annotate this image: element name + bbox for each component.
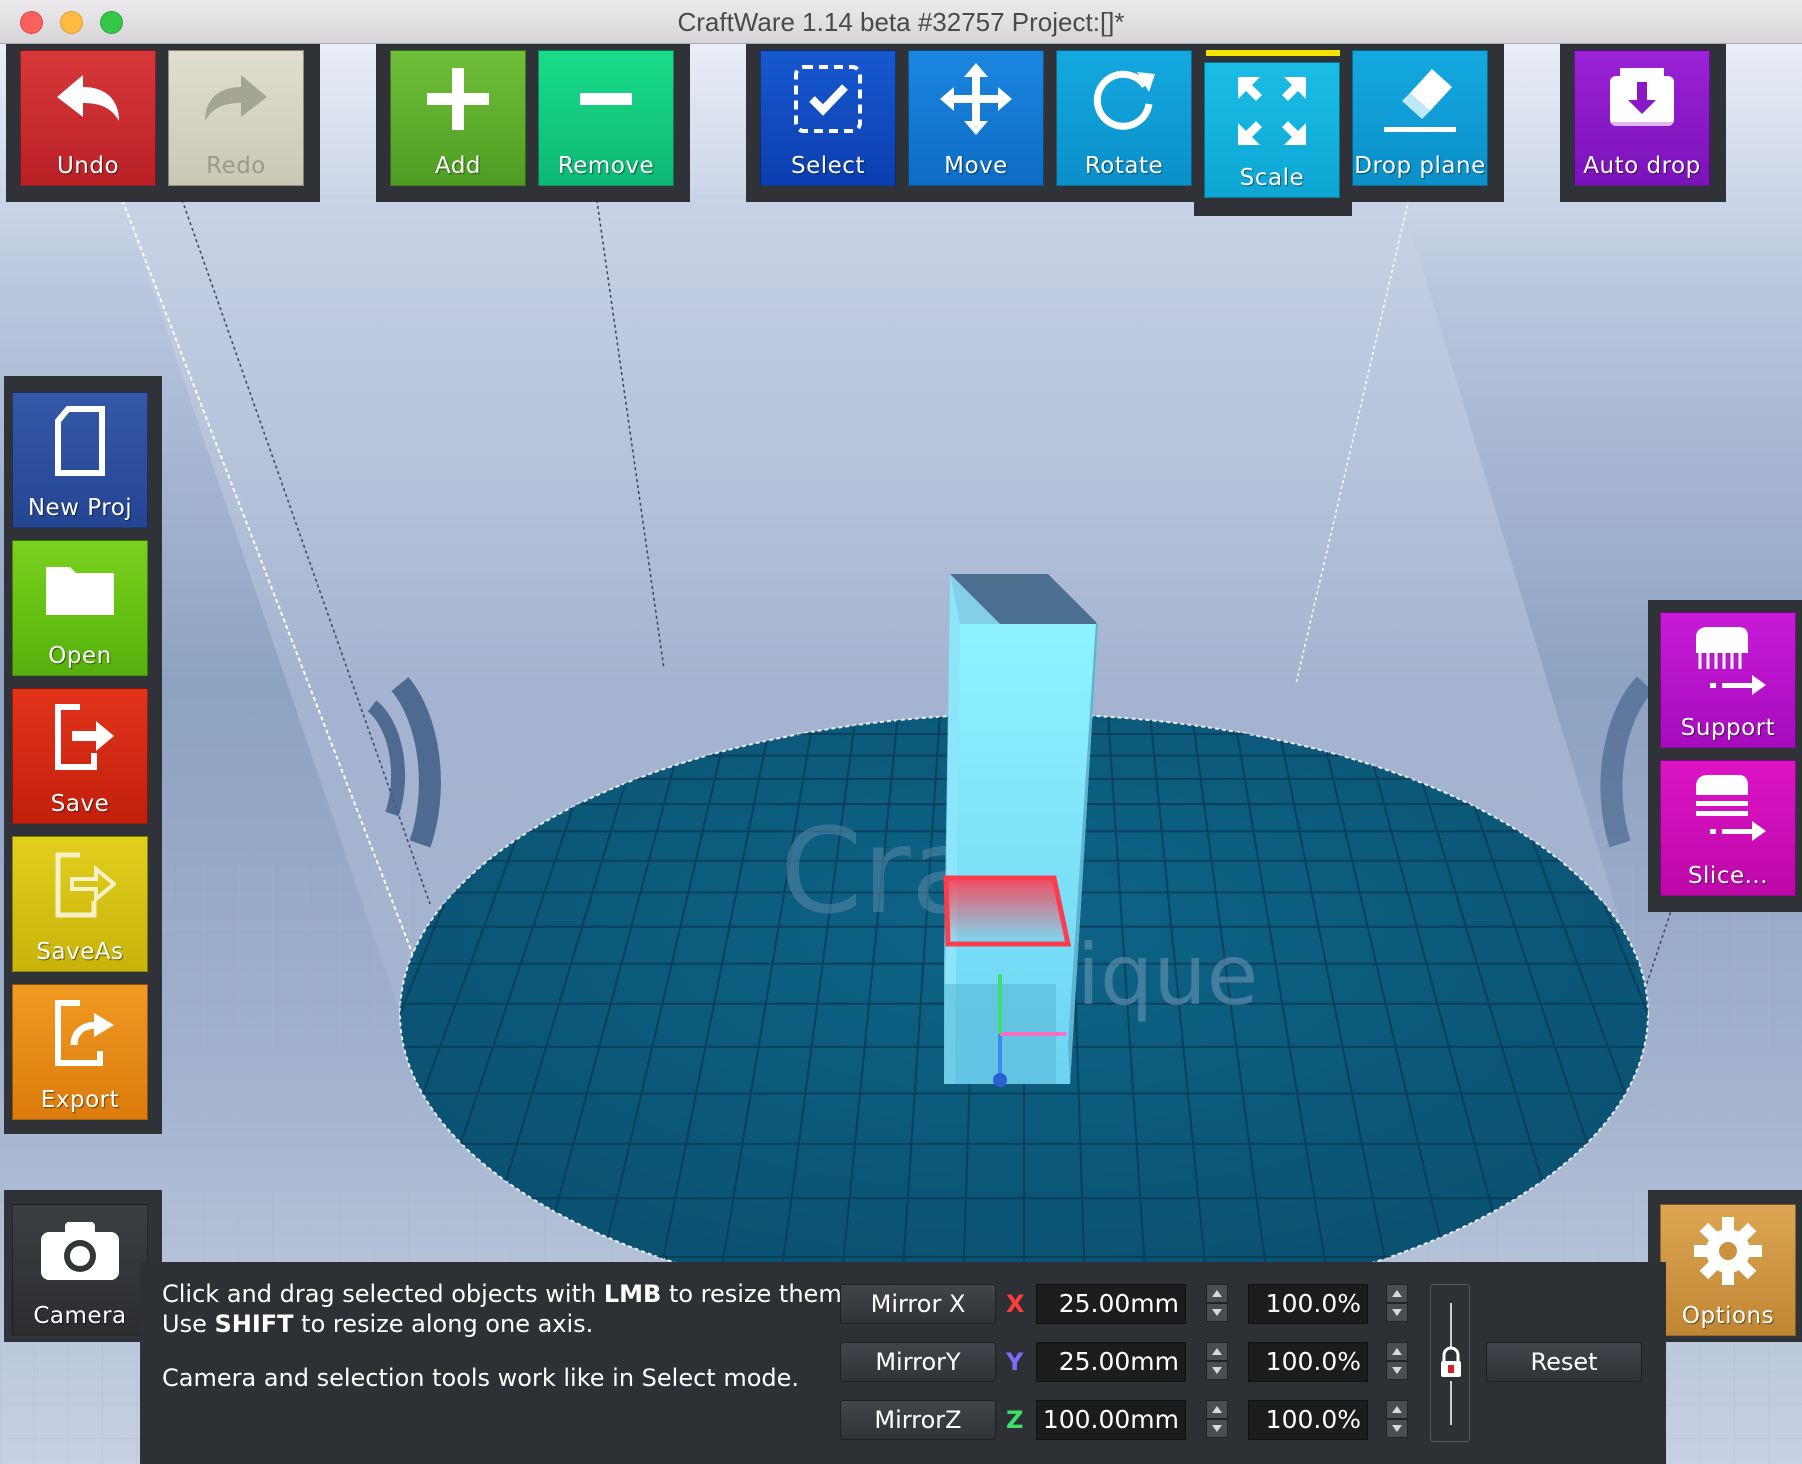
save-icon	[55, 704, 114, 770]
y-size-stepper[interactable]	[1206, 1342, 1228, 1382]
slice-label: Slice...	[1687, 863, 1769, 889]
export-label: Export	[40, 1087, 120, 1113]
y-size-field[interactable]: 25.00mm	[1036, 1342, 1186, 1382]
reset-button[interactable]: Reset	[1486, 1342, 1642, 1382]
x-percent-stepper[interactable]	[1386, 1284, 1408, 1324]
lock-icon	[1441, 1303, 1461, 1425]
scene-canvas[interactable]: Craft Unique	[0, 44, 1802, 1464]
uniform-scale-lock[interactable]	[1430, 1284, 1470, 1442]
z-axis-label: Z	[1006, 1406, 1024, 1434]
x-axis-label: X	[1006, 1290, 1025, 1318]
add-button[interactable]: Add	[390, 50, 526, 186]
export-button[interactable]: Export	[12, 984, 148, 1120]
scale-arrows-icon	[1238, 77, 1306, 145]
redo-button[interactable]: Redo	[168, 50, 304, 186]
open-button[interactable]: Open	[12, 540, 148, 676]
x-size-stepper[interactable]	[1206, 1284, 1228, 1324]
support-label: Support	[1680, 715, 1776, 741]
x-size-field[interactable]: 25.00mm	[1036, 1284, 1186, 1324]
mirror-x-button[interactable]: Mirror X	[840, 1284, 996, 1324]
z-percent-field[interactable]: 100.0%	[1248, 1400, 1368, 1440]
window-title: CraftWare 1.14 beta #32757 Project:[]*	[677, 7, 1125, 37]
redo-arrow-icon	[205, 75, 267, 121]
active-tool-indicator	[1206, 50, 1340, 56]
undo-button[interactable]: Undo	[20, 50, 156, 186]
mirror-y-button[interactable]: MirrorY	[840, 1342, 996, 1382]
help-line-3: Camera and selection tools work like in …	[162, 1364, 800, 1392]
slice-icon	[1696, 775, 1766, 841]
select-label: Select	[791, 153, 865, 179]
y-percent-stepper[interactable]	[1386, 1342, 1408, 1382]
eraser-icon	[1384, 69, 1456, 132]
save-as-icon	[55, 852, 116, 918]
redo-label: Redo	[206, 153, 266, 179]
window-minimize-button[interactable]	[60, 11, 83, 34]
rotate-label: Rotate	[1084, 153, 1164, 179]
save-as-button[interactable]: SaveAs	[12, 836, 148, 972]
scale-tool-button[interactable]: Scale	[1204, 62, 1340, 198]
support-button[interactable]: Support	[1660, 612, 1796, 748]
z-size-stepper[interactable]	[1206, 1400, 1228, 1440]
save-label: Save	[50, 791, 110, 817]
move-label: Move	[944, 153, 1008, 179]
window-close-button[interactable]	[20, 11, 43, 34]
scale-tool-panel: Click and drag selected objects with LMB…	[140, 1262, 1666, 1464]
save-as-label: SaveAs	[36, 939, 124, 965]
new-project-button[interactable]: New Proj	[12, 392, 148, 528]
drop-plane-button[interactable]: Drop plane	[1352, 50, 1488, 186]
window-titlebar: CraftWare 1.14 beta #32757 Project:[]*	[0, 0, 1802, 44]
options-label: Options	[1681, 1303, 1775, 1329]
gear-icon	[1694, 1217, 1762, 1285]
slice-button[interactable]: Slice...	[1660, 760, 1796, 896]
auto-drop-label: Auto drop	[1583, 153, 1701, 179]
rotate-icon	[1093, 70, 1155, 130]
support-icon	[1696, 627, 1766, 695]
z-percent-stepper[interactable]	[1386, 1400, 1408, 1440]
remove-label: Remove	[557, 153, 655, 179]
help-line-2: Use SHIFT to resize along one axis.	[162, 1310, 594, 1338]
rotate-tool-button[interactable]: Rotate	[1056, 50, 1192, 186]
camera-icon	[41, 1222, 119, 1280]
camera-label: Camera	[33, 1303, 127, 1329]
add-label: Add	[434, 153, 482, 179]
move-tool-button[interactable]: Move	[908, 50, 1044, 186]
undo-label: Undo	[56, 153, 120, 179]
drop-box-icon	[1610, 68, 1674, 128]
drop-plane-label: Drop plane	[1354, 153, 1486, 179]
y-percent-field[interactable]: 100.0%	[1248, 1342, 1368, 1382]
folder-icon	[46, 567, 114, 615]
x-percent-field[interactable]: 100.0%	[1248, 1284, 1368, 1324]
new-project-label: New Proj	[27, 495, 133, 521]
mirror-z-button[interactable]: MirrorZ	[840, 1400, 996, 1440]
window-maximize-button[interactable]	[100, 11, 123, 34]
minus-icon	[580, 93, 632, 105]
scale-label: Scale	[1239, 165, 1305, 191]
plus-icon	[427, 68, 489, 130]
3d-viewport[interactable]: Craft Unique	[0, 44, 1802, 1464]
options-button[interactable]: Options	[1660, 1204, 1796, 1336]
undo-arrow-icon	[57, 75, 119, 121]
remove-button[interactable]: Remove	[538, 50, 674, 186]
help-line-1: Click and drag selected objects with LMB…	[162, 1280, 850, 1308]
export-icon	[55, 1000, 114, 1066]
auto-drop-button[interactable]: Auto drop	[1574, 50, 1710, 186]
open-label: Open	[48, 643, 112, 669]
new-document-icon	[55, 406, 105, 476]
select-tool-button[interactable]: Select	[760, 50, 896, 186]
camera-button[interactable]: Camera	[12, 1204, 148, 1336]
save-button[interactable]: Save	[12, 688, 148, 824]
move-arrows-icon	[940, 63, 1012, 135]
z-size-field[interactable]: 100.00mm	[1036, 1400, 1186, 1440]
y-axis-label: Y	[1006, 1348, 1024, 1376]
select-check-icon	[794, 65, 862, 133]
